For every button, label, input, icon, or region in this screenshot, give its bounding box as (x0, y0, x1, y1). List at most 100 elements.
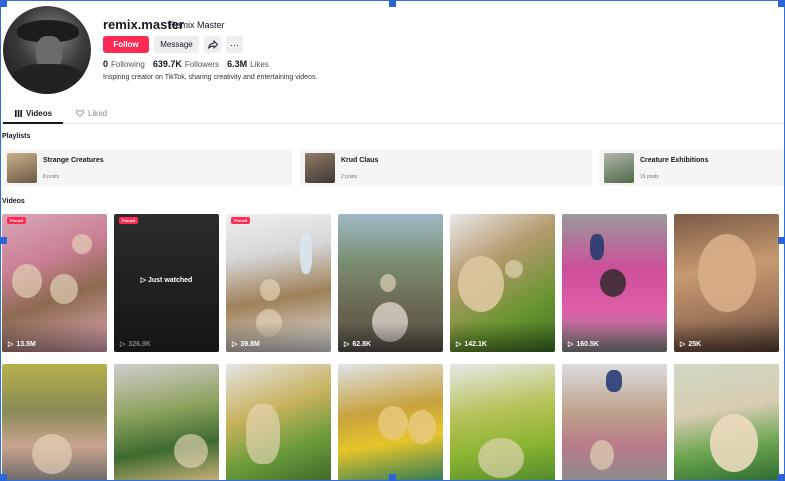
view-count: ▷ 326.9K (120, 340, 151, 349)
resize-handle[interactable] (778, 474, 785, 481)
grid-icon (15, 110, 22, 117)
resize-handle[interactable] (778, 0, 785, 7)
video-tile[interactable]: ▷ 160.5K (562, 214, 667, 352)
video-tile[interactable] (450, 364, 555, 481)
just-watched-text: Just watched (147, 277, 193, 284)
display-name: Remix Master (169, 20, 225, 30)
message-button[interactable]: Message (154, 36, 199, 53)
playlist-title: Creature Exhibitions (640, 157, 709, 164)
playlist-card[interactable]: Strange Creatures 8 posts (2, 149, 292, 186)
view-count: ▷ 39.8M (232, 340, 260, 349)
video-tile[interactable] (562, 364, 667, 481)
pinned-badge: Pinned (231, 217, 251, 224)
tab-liked-label: Liked (88, 109, 108, 118)
video-tile[interactable]: Pinned ▷ 39.8M (226, 214, 331, 352)
avatar[interactable] (3, 6, 91, 94)
video-figure (698, 234, 756, 312)
view-count-value: 160.5K (576, 340, 599, 348)
videos-heading: Videos (2, 198, 25, 205)
heart-icon (76, 110, 84, 117)
video-tile[interactable] (674, 364, 779, 481)
playlist-card[interactable]: Creature Exhibitions 16 posts (599, 149, 785, 186)
video-tile[interactable] (2, 364, 107, 481)
video-figure (505, 260, 523, 278)
video-tile[interactable] (226, 364, 331, 481)
video-tile[interactable]: ▷ 62.8K (338, 214, 443, 352)
stat-following-value: 0 (103, 59, 109, 69)
video-figure (300, 234, 312, 274)
view-count: ▷ 25K (680, 340, 702, 349)
view-count-value: 13.5M (16, 340, 36, 348)
stat-likes-label: Likes (250, 60, 269, 69)
playlist-card[interactable]: Krud Claus 2 posts (300, 149, 592, 186)
bio: Inspiring creator on TikTok, sharing cre… (103, 74, 318, 81)
video-figure (710, 414, 758, 472)
video-tile[interactable]: ▷ 142.1K (450, 214, 555, 352)
more-button[interactable]: ··· (226, 36, 243, 53)
play-icon: ▷ (456, 341, 462, 348)
view-count-value: 326.9K (128, 340, 151, 348)
video-tile[interactable] (338, 364, 443, 481)
stat-following[interactable]: 0 Following (103, 59, 145, 69)
tab-liked[interactable]: Liked (76, 109, 107, 118)
follow-button[interactable]: Follow (103, 36, 149, 53)
playlist-title: Krud Claus (341, 157, 379, 164)
video-figure (600, 269, 626, 297)
playlist-count: 2 posts (341, 174, 358, 180)
resize-handle[interactable] (778, 237, 785, 244)
playlist-thumbnail (7, 153, 37, 183)
playlists-heading: Playlists (2, 133, 31, 140)
view-count-value: 39.8M (240, 340, 260, 348)
resize-handle[interactable] (0, 474, 7, 481)
playlist-thumbnail (604, 153, 634, 183)
resize-handle[interactable] (389, 0, 396, 7)
avatar-coat (11, 64, 85, 94)
resize-handle[interactable] (0, 0, 7, 7)
stat-likes: 6.3M Likes (227, 59, 269, 69)
stat-followers[interactable]: 639.7K Followers (153, 59, 219, 69)
view-count: ▷ 13.5M (8, 340, 36, 349)
video-figure (378, 406, 408, 440)
view-count-value: 62.8K (352, 340, 372, 348)
pinned-badge: Pinned (119, 217, 139, 224)
just-watched-label: ▷ Just watched (114, 276, 219, 284)
profile-tabs: Videos Liked (0, 104, 785, 124)
video-tile[interactable] (114, 364, 219, 481)
video-tile[interactable]: Pinned ▷ Just watched ▷ 326.9K (114, 214, 219, 352)
pinned-badge: Pinned (7, 217, 27, 224)
stat-likes-value: 6.3M (227, 59, 248, 69)
play-icon: ▷ (8, 341, 14, 348)
video-figure (606, 370, 622, 392)
resize-handle[interactable] (389, 474, 396, 481)
stat-following-label: Following (111, 60, 145, 69)
share-icon (207, 40, 218, 49)
view-count-value: 25K (688, 340, 702, 348)
video-figure (50, 274, 78, 304)
video-figure (478, 438, 524, 478)
video-figure (246, 404, 280, 464)
view-count: ▷ 142.1K (456, 340, 487, 349)
tab-videos[interactable]: Videos (15, 109, 52, 118)
play-icon: ▷ (344, 341, 350, 348)
video-figure (590, 440, 614, 470)
video-figure (32, 434, 72, 474)
playlist-title: Strange Creatures (43, 157, 104, 164)
video-figure (380, 274, 396, 292)
video-tile[interactable]: Pinned ▷ 13.5M (2, 214, 107, 352)
play-icon: ▷ (120, 341, 126, 348)
video-figure (72, 234, 92, 254)
video-figure (260, 279, 280, 301)
playlist-count: 8 posts (43, 174, 60, 180)
stat-followers-label: Followers (184, 60, 220, 69)
more-icon: ··· (230, 39, 239, 50)
resize-handle[interactable] (0, 237, 7, 244)
video-figure (174, 434, 208, 468)
video-figure (590, 234, 604, 260)
view-count-value: 142.1K (464, 340, 487, 348)
play-icon: ▷ (232, 341, 238, 348)
video-tile[interactable]: ▷ 25K (674, 214, 779, 352)
playlist-thumbnail (305, 153, 335, 183)
tab-videos-label: Videos (26, 109, 53, 118)
share-button[interactable] (204, 36, 221, 53)
play-icon: ▷ (680, 341, 686, 348)
